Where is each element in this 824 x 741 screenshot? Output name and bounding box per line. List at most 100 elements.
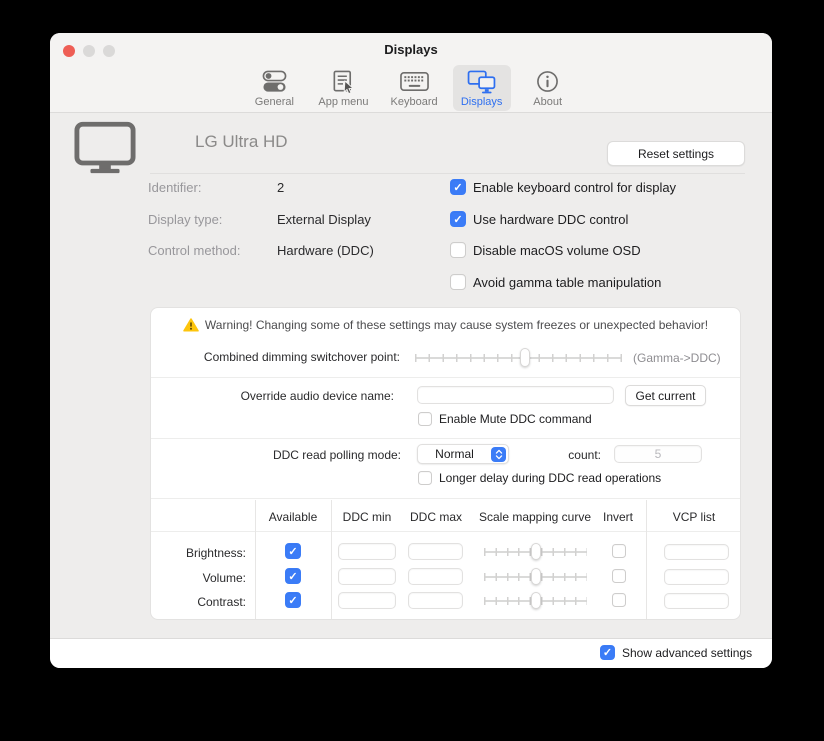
audio-name-input[interactable]: [417, 386, 614, 404]
show-advanced-label: Show advanced settings: [622, 646, 752, 660]
reset-settings-button[interactable]: Reset settings: [607, 141, 745, 166]
longer-delay-label: Longer delay during DDC read operations: [439, 471, 661, 485]
tab-general-label: General: [255, 96, 294, 108]
slider-knob[interactable]: [531, 568, 541, 585]
vcp-list-input[interactable]: [664, 593, 729, 609]
scale-curve-slider[interactable]: [484, 592, 587, 609]
slider-knob[interactable]: [531, 592, 541, 609]
displays-window: Displays General App menu Keyboard Disp: [50, 33, 772, 668]
window-title: Displays: [50, 42, 772, 57]
ddc-max-input[interactable]: [408, 543, 463, 560]
polling-mode-label: DDC read polling mode:: [151, 448, 401, 462]
warning-icon: [183, 318, 199, 332]
menu-document-cursor-icon: [331, 69, 355, 94]
delay-option-row: Longer delay during DDC read operations: [418, 471, 661, 485]
ddc-min-input[interactable]: [338, 568, 396, 585]
identifier-label: Identifier:: [148, 180, 201, 195]
tab-app-menu-label: App menu: [318, 96, 368, 108]
row-label: Contrast:: [151, 595, 246, 609]
ddc-max-input[interactable]: [408, 592, 463, 609]
longer-delay-checkbox[interactable]: [418, 471, 432, 485]
get-current-button[interactable]: Get current: [625, 385, 706, 406]
identifier-value: 2: [277, 180, 284, 195]
keyboard-control-checkbox[interactable]: [450, 179, 466, 195]
option-hardware-ddc: Use hardware DDC control: [450, 211, 628, 227]
tab-about[interactable]: About: [519, 65, 577, 111]
ddc-min-input[interactable]: [338, 592, 396, 609]
slider-knob[interactable]: [520, 348, 530, 367]
col-ddc-max: DDC max: [410, 510, 462, 524]
option-avoid-gamma: Avoid gamma table manipulation: [450, 274, 661, 290]
hardware-ddc-label: Use hardware DDC control: [473, 212, 628, 227]
avoid-gamma-label: Avoid gamma table manipulation: [473, 275, 661, 290]
stepper-chevrons-icon: [491, 447, 506, 462]
dimming-suffix: (Gamma->DDC): [633, 351, 721, 365]
option-disable-osd: Disable macOS volume OSD: [450, 242, 641, 258]
advanced-settings-panel: Warning! Changing some of these settings…: [150, 307, 741, 620]
row-label: Volume:: [151, 571, 246, 585]
displays-icon: [467, 69, 496, 94]
ddc-min-input[interactable]: [338, 543, 396, 560]
table-row: Brightness:: [151, 539, 740, 564]
mute-option-row: Enable Mute DDC command: [418, 412, 592, 426]
col-vcp-list: VCP list: [673, 510, 715, 524]
scale-curve-slider[interactable]: [484, 568, 587, 585]
header-divider: [150, 173, 745, 174]
keyboard-control-label: Enable keyboard control for display: [473, 180, 676, 195]
tab-displays-label: Displays: [461, 96, 503, 108]
control-method-label: Control method:: [148, 243, 241, 258]
scale-curve-slider[interactable]: [484, 543, 587, 560]
preferences-toolbar: General App menu Keyboard Displays About: [50, 63, 772, 113]
warning-row: Warning! Changing some of these settings…: [151, 318, 740, 332]
slider-knob[interactable]: [531, 543, 541, 560]
available-checkbox[interactable]: [285, 592, 301, 608]
tab-keyboard-label: Keyboard: [391, 96, 438, 108]
vcp-list-input[interactable]: [664, 544, 729, 560]
invert-checkbox[interactable]: [612, 569, 626, 583]
display-type-value: External Display: [277, 212, 371, 227]
avoid-gamma-checkbox[interactable]: [450, 274, 466, 290]
tab-app-menu[interactable]: App menu: [311, 65, 375, 111]
enable-mute-checkbox[interactable]: [418, 412, 432, 426]
control-method-value: Hardware (DDC): [277, 243, 374, 258]
hardware-ddc-checkbox[interactable]: [450, 211, 466, 227]
col-invert: Invert: [603, 510, 633, 524]
show-advanced-row: Show advanced settings: [600, 645, 752, 660]
toggles-icon: [262, 69, 287, 94]
col-available: Available: [269, 510, 317, 524]
enable-mute-label: Enable Mute DDC command: [439, 412, 592, 426]
option-keyboard-control: Enable keyboard control for display: [450, 179, 676, 195]
table-row: Contrast:: [151, 588, 740, 613]
count-label: count:: [518, 448, 601, 462]
slider-ticks: [415, 354, 622, 362]
col-scale-curve: Scale mapping curve: [479, 510, 591, 524]
polling-mode-value: Normal: [418, 447, 491, 461]
available-checkbox[interactable]: [285, 568, 301, 584]
footer-bar: Show advanced settings: [50, 638, 772, 668]
vcp-list-input[interactable]: [664, 569, 729, 585]
tab-about-label: About: [533, 96, 562, 108]
warning-text: Warning! Changing some of these settings…: [205, 318, 708, 332]
dimming-slider[interactable]: [415, 348, 622, 367]
display-type-label: Display type:: [148, 212, 222, 227]
invert-checkbox[interactable]: [612, 593, 626, 607]
title-bar: Displays: [50, 33, 772, 63]
polling-mode-dropdown[interactable]: Normal: [417, 444, 509, 464]
disable-osd-label: Disable macOS volume OSD: [473, 243, 641, 258]
tab-keyboard[interactable]: Keyboard: [384, 65, 445, 111]
audio-name-label: Override audio device name:: [151, 389, 394, 403]
invert-checkbox[interactable]: [612, 544, 626, 558]
dimming-label: Combined dimming switchover point:: [151, 350, 400, 364]
ddc-max-input[interactable]: [408, 568, 463, 585]
display-name: LG Ultra HD: [195, 132, 288, 152]
row-label: Brightness:: [151, 546, 246, 560]
count-input[interactable]: [614, 445, 702, 463]
disable-osd-checkbox[interactable]: [450, 242, 466, 258]
keyboard-icon: [400, 69, 429, 94]
available-checkbox[interactable]: [285, 543, 301, 559]
show-advanced-checkbox[interactable]: [600, 645, 615, 660]
tab-displays[interactable]: Displays: [453, 65, 511, 111]
col-ddc-min: DDC min: [343, 510, 392, 524]
table-row: Volume:: [151, 564, 740, 589]
tab-general[interactable]: General: [245, 65, 303, 111]
